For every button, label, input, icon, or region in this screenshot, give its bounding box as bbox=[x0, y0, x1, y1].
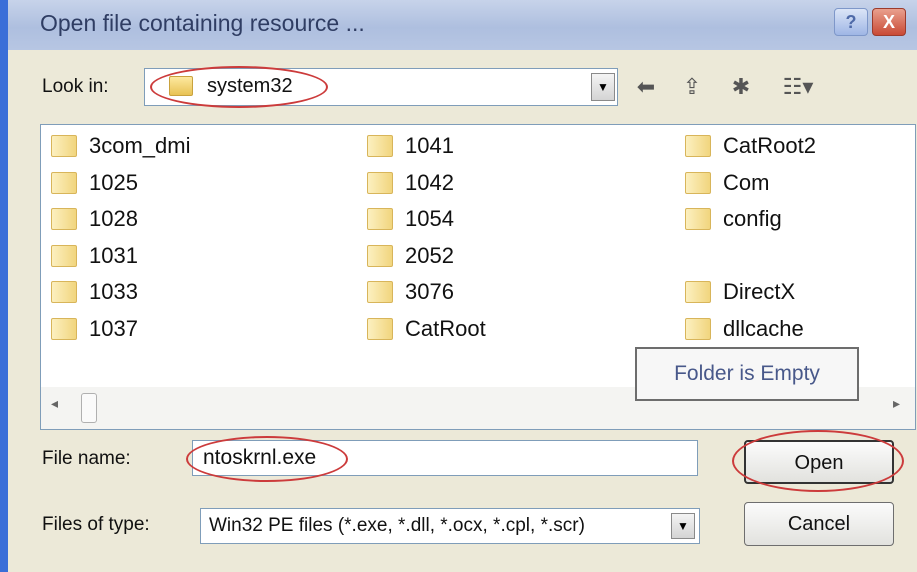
scrollbar-thumb[interactable] bbox=[81, 393, 97, 423]
folder-icon bbox=[685, 171, 711, 194]
folder-name: 1054 bbox=[405, 206, 454, 231]
cancel-button[interactable]: Cancel bbox=[744, 502, 894, 546]
look-in-dropdown-button[interactable]: ▼ bbox=[591, 73, 615, 101]
folder-name: Com bbox=[723, 169, 770, 195]
close-button[interactable]: X bbox=[872, 8, 906, 36]
file-type-label: Files of type: bbox=[42, 514, 150, 535]
file-name-label: File name: bbox=[42, 448, 131, 469]
back-arrow-icon: ⬅ bbox=[636, 74, 656, 99]
dialog-title: Open file containing resource ... bbox=[40, 10, 365, 36]
file-type-combobox[interactable]: Win32 PE files (*.exe, *.dll, *.ocx, *.c… bbox=[200, 508, 700, 544]
open-button[interactable]: Open bbox=[744, 440, 894, 484]
look-in-value: system32 bbox=[207, 75, 293, 97]
folder-name: dllcache bbox=[723, 315, 804, 341]
folder-icon bbox=[367, 281, 393, 303]
folder-name: config bbox=[723, 206, 782, 231]
up-folder-icon: ⇪ bbox=[682, 74, 702, 99]
back-button[interactable]: ⬅ bbox=[630, 70, 662, 104]
file-list[interactable]: 3com_dmi 1025 1028 1031 1033 1037 1041 1042 1054… bbox=[40, 124, 916, 430]
folder-name: 1025 bbox=[89, 169, 138, 195]
folder-name: 1033 bbox=[89, 279, 138, 304]
folder-icon bbox=[367, 171, 393, 194]
view-menu-button[interactable]: ☷▾ bbox=[774, 70, 822, 104]
folder-name: 1042 bbox=[405, 169, 454, 195]
folder-name: 2052 bbox=[405, 242, 454, 268]
scroll-left-icon[interactable]: ◂ bbox=[51, 395, 58, 412]
folder-icon bbox=[685, 281, 711, 303]
new-folder-icon: ✱ bbox=[731, 74, 751, 99]
folder-icon bbox=[685, 135, 711, 157]
folder-name: CatRoot bbox=[405, 315, 486, 341]
look-in-label: Look in: bbox=[42, 76, 109, 97]
file-name-input[interactable]: ntoskrnl.exe bbox=[192, 440, 698, 476]
folder-icon bbox=[51, 208, 77, 230]
folder-icon bbox=[367, 317, 393, 340]
file-type-dropdown-button[interactable]: ▼ bbox=[671, 513, 695, 539]
folder-name: 1037 bbox=[89, 315, 138, 341]
folder-icon bbox=[367, 135, 393, 157]
folder-icon bbox=[51, 281, 77, 303]
folder-icon bbox=[51, 171, 77, 194]
folder-empty-tooltip: Folder is Empty bbox=[635, 347, 859, 401]
file-type-value: Win32 PE files (*.exe, *.dll, *.ocx, *.c… bbox=[209, 515, 585, 536]
view-menu-icon: ☷▾ bbox=[782, 74, 814, 99]
folder-name: CatRoot2 bbox=[723, 133, 816, 158]
help-button[interactable]: ? bbox=[834, 8, 868, 36]
folder-icon bbox=[51, 317, 77, 340]
folder-icon bbox=[367, 208, 393, 230]
folder-icon bbox=[685, 317, 711, 340]
folder-name: 1028 bbox=[89, 206, 138, 231]
up-folder-button[interactable]: ⇪ bbox=[676, 70, 708, 104]
folder-icon bbox=[51, 135, 77, 157]
folder-name: 1041 bbox=[405, 133, 454, 158]
folder-icon bbox=[367, 244, 393, 267]
folder-icon bbox=[169, 76, 193, 96]
folder-name: 3com_dmi bbox=[89, 133, 191, 158]
open-file-dialog: Open file containing resource ... ? X Lo… bbox=[0, 0, 917, 572]
new-folder-button[interactable]: ✱ bbox=[724, 70, 758, 104]
folder-name: 3076 bbox=[405, 279, 454, 304]
folder-name: DirectX bbox=[723, 279, 796, 304]
folder-name: 1031 bbox=[89, 242, 138, 268]
title-bar[interactable]: Open file containing resource ... ? X bbox=[8, 0, 917, 50]
folder-icon bbox=[685, 208, 711, 230]
close-icon: X bbox=[882, 12, 895, 32]
chevron-down-icon: ▼ bbox=[677, 519, 689, 533]
folder-icon bbox=[51, 244, 77, 267]
scroll-right-icon[interactable]: ▸ bbox=[893, 395, 900, 412]
chevron-down-icon: ▼ bbox=[597, 80, 609, 94]
look-in-combobox[interactable]: system32 ▼ bbox=[144, 68, 618, 106]
help-icon: ? bbox=[845, 12, 857, 32]
